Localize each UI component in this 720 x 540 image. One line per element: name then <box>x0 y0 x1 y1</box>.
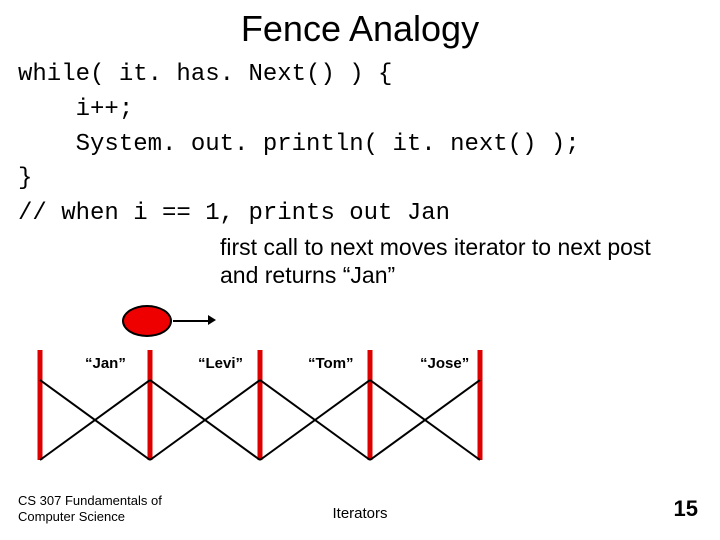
page-number: 15 <box>674 496 698 522</box>
fence-diagram <box>30 350 590 470</box>
code-line: i++; <box>18 96 133 123</box>
code-line: } <box>18 165 32 192</box>
code-line: while( it. has. Next() ) { <box>18 61 392 88</box>
footer-topic: Iterators <box>0 505 720 522</box>
iterator-marker <box>122 305 172 342</box>
oval-icon <box>122 305 172 337</box>
arrow-line-icon <box>173 320 211 322</box>
code-line: // when i == 1, prints out Jan <box>18 200 450 227</box>
arrow-head-icon <box>208 315 216 325</box>
slide-title: Fence Analogy <box>0 0 720 58</box>
code-block: while( it. has. Next() ) { i++; System. … <box>0 58 720 232</box>
explanation-text: first call to next moves iterator to nex… <box>0 234 720 289</box>
code-line: System. out. println( it. next() ); <box>18 131 580 158</box>
